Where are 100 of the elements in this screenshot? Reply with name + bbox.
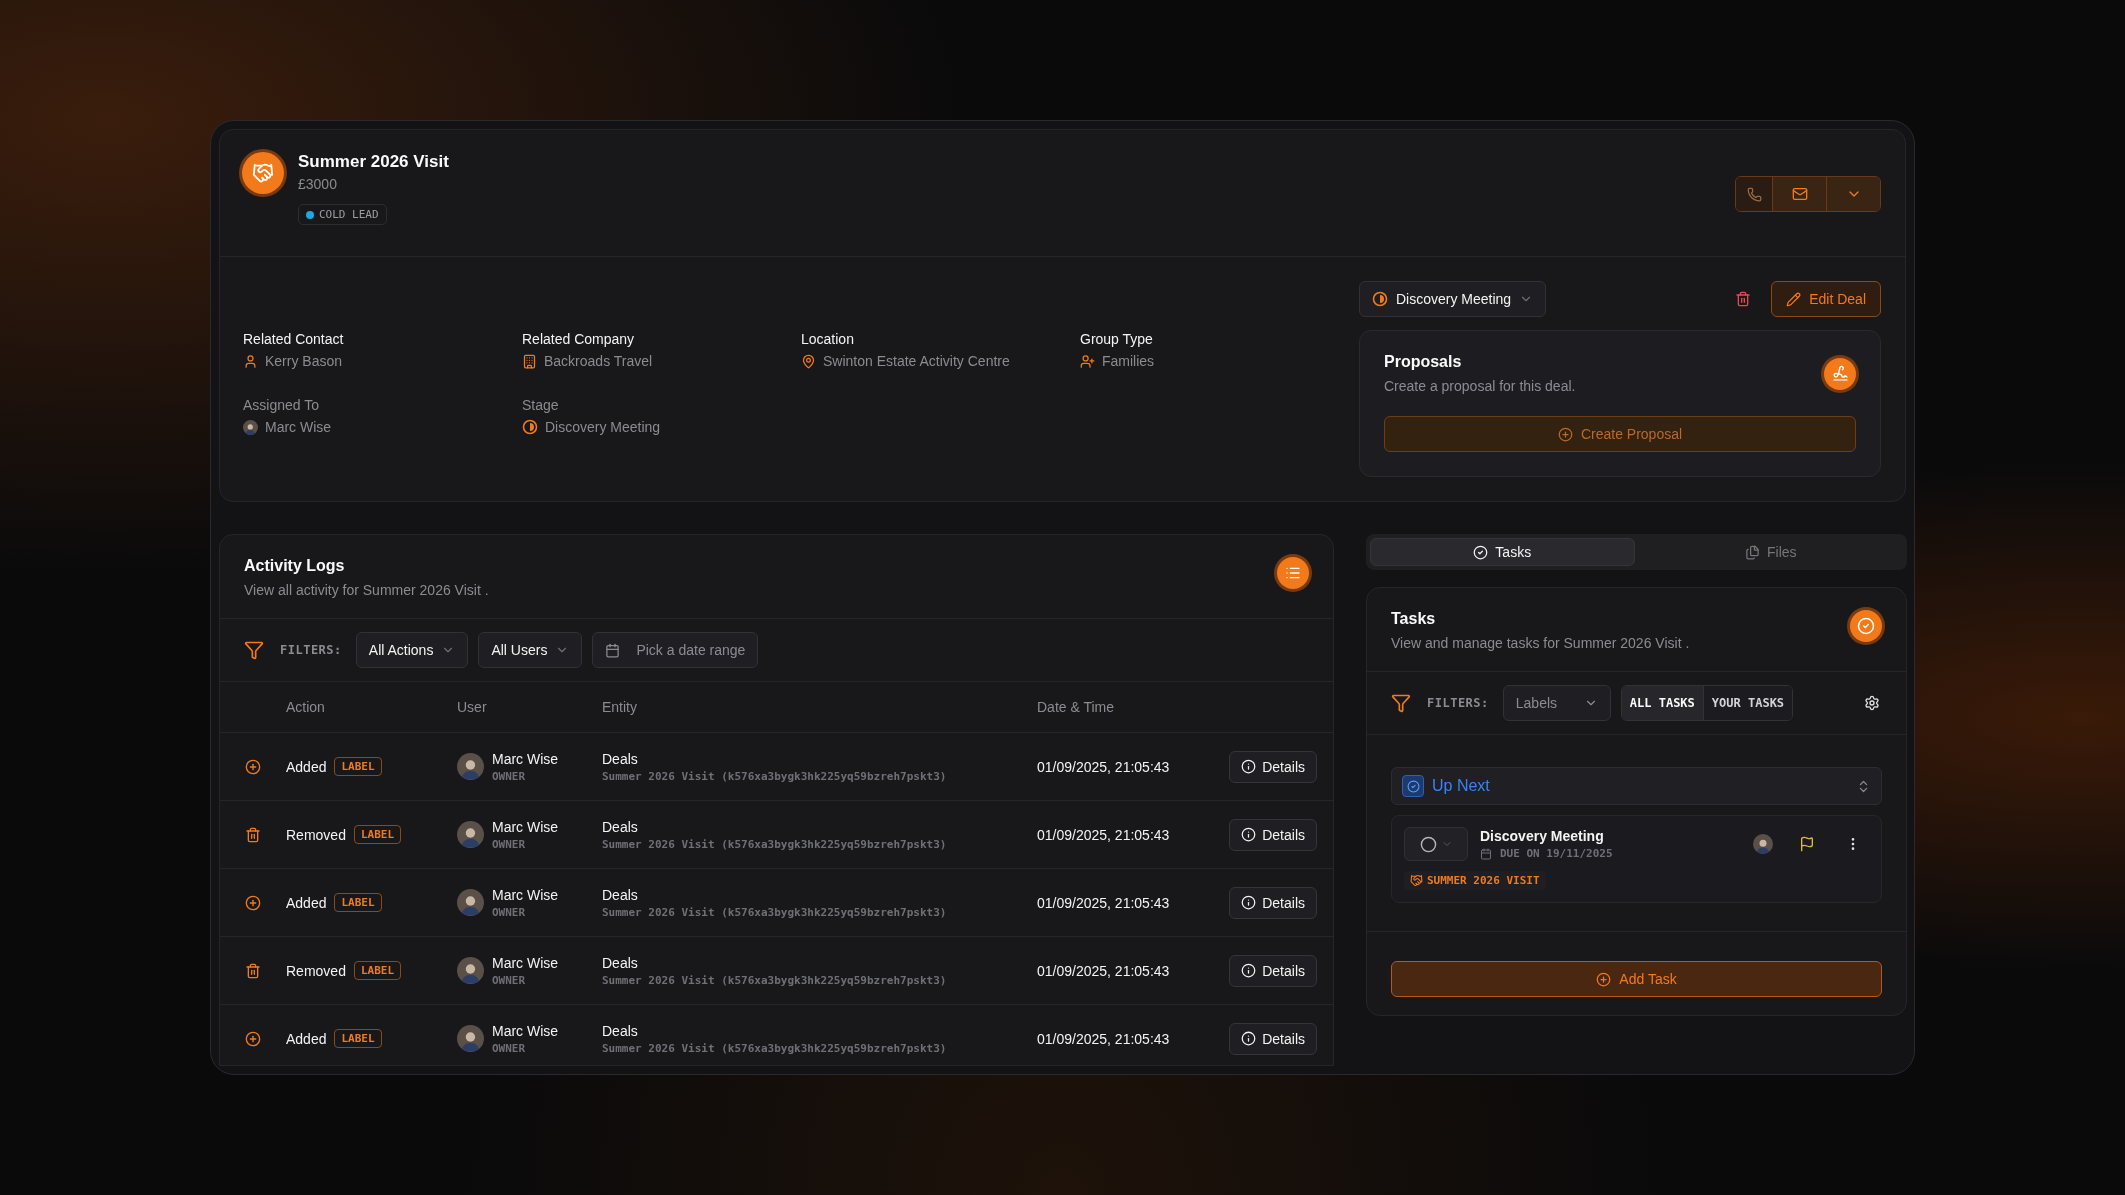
tab[interactable]: Tasks — [1370, 538, 1635, 566]
proposals-title: Proposals — [1384, 353, 1463, 371]
details-button[interactable]: Details — [1229, 750, 1317, 783]
user-role: OWNER — [492, 769, 527, 783]
create-proposal-button[interactable]: Create Proposal — [1384, 416, 1856, 452]
activity-title: Activity Logs — [244, 557, 346, 575]
trash-icon — [245, 962, 261, 979]
labels-select[interactable]: Labels — [1502, 685, 1611, 721]
detail-label: Related Company — [522, 331, 636, 347]
handshake-icon — [1410, 874, 1423, 887]
scope-toggle[interactable]: YOUR TASKS — [1702, 686, 1793, 720]
detail-label: Group Type — [1080, 331, 1154, 347]
label-tag: LABEL — [334, 757, 382, 776]
user-name: Marc Wise — [492, 886, 559, 903]
entity-type: Deals — [602, 750, 639, 767]
details-button[interactable]: Details — [1229, 818, 1317, 851]
handshake-icon — [242, 152, 284, 194]
info-icon — [1241, 1031, 1257, 1046]
calendar-icon — [605, 642, 621, 658]
plus-circle-icon — [245, 894, 261, 911]
person-silhouette-icon — [461, 962, 480, 984]
list-icon — [1277, 557, 1309, 589]
details-button[interactable]: Details — [1229, 1022, 1317, 1055]
action-text: Added — [286, 1030, 327, 1047]
info-icon — [1241, 827, 1257, 842]
task-title: Discovery Meeting — [1480, 828, 1605, 844]
person-icon — [243, 353, 258, 369]
detail-label: Assigned To — [243, 397, 320, 413]
action-text: Removed — [286, 962, 346, 979]
detail-value: Swinton Estate Activity Centre — [823, 353, 1010, 369]
column-header: User — [457, 699, 488, 715]
datetime-cell-text: 01/09/2025, 21:05:43 — [1037, 758, 1171, 775]
phone-button[interactable] — [1736, 177, 1772, 211]
info-icon — [1241, 963, 1257, 978]
entity-detail: Summer 2026 Visit (k576xa3bygk3hk225yq59bzreh7pskt3) — [602, 769, 948, 783]
task-status-select[interactable] — [1404, 827, 1468, 861]
datetime-cell-text: 01/09/2025, 21:05:43 — [1037, 894, 1171, 911]
filter-select[interactable]: All Users — [478, 632, 583, 668]
mail-icon — [1791, 186, 1808, 202]
person-plus-icon — [1080, 353, 1095, 369]
label-tag: LABEL — [353, 961, 402, 980]
tab[interactable]: Files — [1638, 538, 1903, 566]
email-button[interactable] — [1772, 177, 1826, 211]
column-header: Entity — [602, 699, 638, 715]
add-task-button[interactable]: Add Task — [1391, 961, 1882, 997]
entity-type: Deals — [602, 1022, 639, 1039]
scope-toggle[interactable]: ALL TASKS — [1621, 686, 1703, 720]
settings-icon — [1864, 695, 1880, 711]
column-header: Date & Time — [1037, 699, 1116, 715]
detail-value: Kerry Bason — [265, 353, 343, 369]
tasks-title: Tasks — [1391, 610, 1437, 628]
entity-type: Deals — [602, 954, 639, 971]
detail-label: Related Contact — [243, 331, 345, 347]
pencil-icon — [1786, 291, 1802, 307]
person-silhouette-icon — [461, 1030, 480, 1052]
action-text: Added — [286, 758, 327, 775]
filters-label: FILTERS: — [1427, 696, 1489, 710]
deal-title: Summer 2026 Visit — [298, 152, 449, 172]
check-circle-icon — [1473, 544, 1489, 560]
user-role: OWNER — [492, 1041, 527, 1055]
entity-detail: Summer 2026 Visit (k576xa3bygk3hk225yq59bzreh7pskt3) — [602, 973, 948, 987]
filter-select[interactable]: All Actions — [355, 632, 469, 668]
column-header: Action — [286, 699, 326, 715]
person-silhouette-icon — [461, 826, 480, 848]
trash-icon — [1735, 291, 1752, 307]
stage-select[interactable]: Discovery Meeting — [1359, 281, 1547, 317]
detail-value: Discovery Meeting — [545, 419, 661, 435]
person-silhouette-icon — [461, 758, 480, 780]
edit-deal-button[interactable]: Edit Deal — [1771, 281, 1881, 317]
datetime-cell-text: 01/09/2025, 21:05:43 — [1037, 1030, 1171, 1047]
entity-detail: Summer 2026 Visit (k576xa3bygk3hk225yq59bzreh7pskt3) — [602, 1041, 948, 1055]
activity-subtitle: View all activity for Summer 2026 Visit . — [244, 582, 489, 598]
calendar-icon — [1480, 847, 1492, 860]
settings-button[interactable] — [1862, 693, 1882, 713]
datetime-cell-text: 01/09/2025, 21:05:43 — [1037, 962, 1171, 979]
plus-circle-icon — [245, 1030, 261, 1047]
action-text: Removed — [286, 826, 346, 843]
check-circle-icon — [1850, 610, 1882, 642]
detail-label: Location — [801, 331, 855, 347]
trash-icon — [245, 826, 261, 843]
entity-type: Deals — [602, 886, 639, 903]
phone-icon — [1746, 186, 1762, 202]
date-range-field[interactable]: Pick a date range — [592, 632, 759, 668]
details-button[interactable]: Details — [1229, 954, 1317, 987]
flag-icon — [1799, 836, 1815, 852]
plus-circle-icon — [245, 758, 261, 775]
label-tag: LABEL — [334, 893, 382, 912]
task-group-header[interactable]: Up Next — [1391, 767, 1882, 805]
plus-circle-icon — [1596, 971, 1612, 987]
half-circle-icon — [522, 419, 538, 435]
user-role: OWNER — [492, 973, 527, 987]
proposals-subtitle: Create a proposal for this deal. — [1384, 378, 1576, 394]
half-circle-icon — [1372, 291, 1388, 307]
user-name: Marc Wise — [492, 818, 559, 835]
details-button[interactable]: Details — [1229, 886, 1317, 919]
user-name: Marc Wise — [492, 1022, 559, 1039]
user-name: Marc Wise — [492, 750, 559, 767]
detail-label: Stage — [522, 397, 560, 413]
entity-type: Deals — [602, 818, 639, 835]
entity-detail: Summer 2026 Visit (k576xa3bygk3hk225yq59bzreh7pskt3) — [602, 837, 948, 851]
